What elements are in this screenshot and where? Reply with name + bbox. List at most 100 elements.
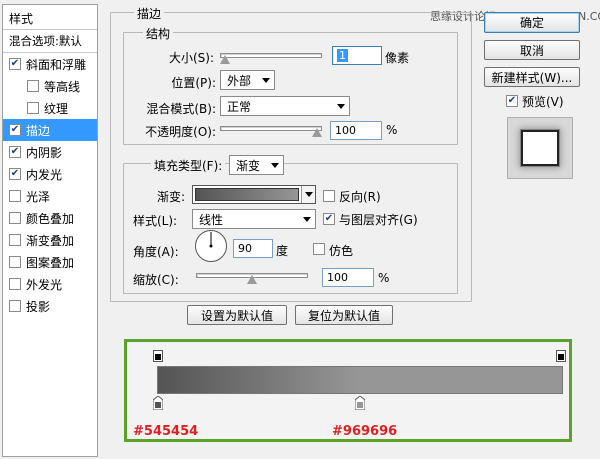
style-item[interactable]: ✔ 描边: [3, 119, 97, 141]
blend-options-item[interactable]: 混合选项:默认: [3, 30, 97, 52]
style-item-label: 内阴影: [26, 145, 63, 160]
style-item-label: 颜色叠加: [26, 211, 75, 226]
opacity-input-value: 100: [335, 124, 356, 137]
style-item-checkbox[interactable]: [9, 234, 21, 246]
style-item[interactable]: 颜色叠加: [3, 207, 97, 229]
gradient-label: 渐变:: [157, 190, 186, 204]
size-label: 大小(S):: [168, 51, 214, 65]
style-preview-thumbnail: [507, 117, 573, 179]
stroke-title: 描边: [134, 5, 165, 22]
position-label: 位置(P):: [171, 76, 216, 90]
style-item-label: 投影: [26, 299, 51, 314]
style-item-checkbox[interactable]: [9, 278, 21, 290]
style-item-checkbox[interactable]: ✔: [9, 168, 21, 180]
new-style-button[interactable]: 新建样式(W)...: [484, 67, 580, 87]
ok-button[interactable]: 确定: [484, 12, 580, 33]
style-item-checkbox[interactable]: [9, 212, 21, 224]
align-layer-label: 与图层对齐(G): [339, 213, 418, 227]
chevron-down-icon: [262, 77, 270, 83]
angle-label: 角度(A):: [133, 245, 179, 259]
angle-dial[interactable]: [194, 229, 228, 263]
angle-input[interactable]: 90: [233, 239, 273, 258]
style-item-checkbox[interactable]: [9, 300, 21, 312]
style-item-checkbox[interactable]: ✔: [9, 58, 21, 70]
check-icon: ✔: [507, 95, 517, 106]
style-item[interactable]: 光泽: [3, 185, 97, 207]
gradient-picker[interactable]: [192, 185, 316, 204]
preview-square: [521, 130, 559, 166]
check-icon: ✔: [324, 213, 334, 224]
styles-list-panel: 样式 混合选项:默认 ✔ 斜面和浮雕 等高线 纹理 ✔ 描边 ✔ 内阴影 ✔ 内发光光泽颜色叠加渐…: [2, 4, 98, 457]
opacity-slider-track[interactable]: [220, 126, 322, 131]
size-slider-thumb[interactable]: [220, 55, 230, 64]
size-input-value: 1: [337, 49, 348, 62]
opacity-stop-left[interactable]: [153, 350, 163, 362]
dither-checkbox[interactable]: [313, 243, 325, 255]
reverse-checkbox[interactable]: [323, 190, 335, 202]
cancel-button[interactable]: 取消: [484, 40, 580, 60]
reset-default-button[interactable]: 复位为默认值: [295, 305, 393, 325]
style-item-checkbox[interactable]: ✔: [9, 146, 21, 158]
style-item-checkbox[interactable]: ✔: [9, 124, 21, 136]
gradient-picker-arrow[interactable]: [301, 186, 315, 203]
style-item-checkbox[interactable]: [27, 102, 39, 114]
style-item[interactable]: 渐变叠加: [3, 229, 97, 251]
blend-mode-dropdown[interactable]: 正常: [220, 96, 350, 116]
fill-type-dropdown[interactable]: 渐变: [229, 155, 284, 175]
scale-unit: %: [378, 271, 390, 285]
preview-checkbox[interactable]: ✔: [506, 95, 518, 107]
start-color-hex: #545454: [133, 424, 199, 439]
styles-header-label: 样式: [9, 11, 34, 26]
preview-label: 预览(V): [522, 95, 564, 109]
reverse-label: 反向(R): [339, 190, 381, 204]
fill-type-label: 填充类型(F):: [151, 157, 226, 174]
new-style-label: 新建样式(W)...: [491, 70, 573, 85]
color-stop-end[interactable]: [355, 396, 365, 410]
scale-label: 缩放(C):: [133, 273, 179, 287]
gradient-bar[interactable]: [157, 366, 563, 394]
opacity-input[interactable]: 100: [330, 121, 382, 140]
style-item[interactable]: ✔ 内发光: [3, 163, 97, 185]
style-item-label: 图案叠加: [26, 255, 75, 270]
style-dropdown[interactable]: 线性: [192, 209, 316, 229]
dither-label: 仿色: [329, 244, 354, 258]
scale-input[interactable]: 100: [322, 268, 374, 287]
style-label: 样式(L):: [133, 214, 178, 228]
style-item-label: 描边: [26, 123, 51, 138]
style-item[interactable]: 图案叠加: [3, 251, 97, 273]
style-item[interactable]: 投影: [3, 295, 97, 317]
size-slider-track[interactable]: [220, 53, 322, 58]
style-item[interactable]: ✔ 内阴影: [3, 141, 97, 163]
end-color-hex: #969696: [332, 424, 398, 439]
align-layer-checkbox[interactable]: ✔: [323, 213, 335, 225]
opacity-label: 不透明度(O):: [145, 125, 216, 139]
style-item[interactable]: 等高线: [3, 75, 97, 97]
style-item-checkbox[interactable]: [9, 190, 21, 202]
angle-unit: 度: [276, 244, 289, 258]
chevron-down-icon: [337, 103, 345, 109]
gradient-swatch[interactable]: [195, 188, 299, 201]
scale-slider-thumb[interactable]: [247, 275, 257, 284]
opacity-stop-right[interactable]: [556, 350, 566, 362]
color-stop-start[interactable]: [153, 396, 163, 410]
style-item[interactable]: 外发光: [3, 273, 97, 295]
style-item-label: 光泽: [26, 189, 51, 204]
chevron-down-icon: [304, 192, 313, 197]
size-input[interactable]: 1: [332, 46, 382, 65]
opacity-slider-thumb[interactable]: [312, 128, 322, 137]
chevron-down-icon: [303, 216, 311, 222]
style-item[interactable]: ✔ 斜面和浮雕: [3, 53, 97, 75]
position-dropdown[interactable]: 外部: [220, 70, 275, 90]
blend-options-label: 混合选项:默认: [9, 34, 82, 48]
angle-dial-graphic: [195, 230, 227, 262]
blend-mode-value: 正常: [227, 99, 252, 114]
style-item-checkbox[interactable]: [27, 80, 39, 92]
make-default-button[interactable]: 设置为默认值: [187, 305, 287, 325]
style-item-checkbox[interactable]: [9, 256, 21, 268]
reset-default-label: 复位为默认值: [307, 308, 380, 323]
style-item[interactable]: 纹理: [3, 97, 97, 119]
style-item-label: 渐变叠加: [26, 233, 75, 248]
styles-header[interactable]: 样式: [3, 7, 97, 29]
style-item-label: 外发光: [26, 277, 63, 292]
fill-type-value: 渐变: [236, 158, 261, 173]
